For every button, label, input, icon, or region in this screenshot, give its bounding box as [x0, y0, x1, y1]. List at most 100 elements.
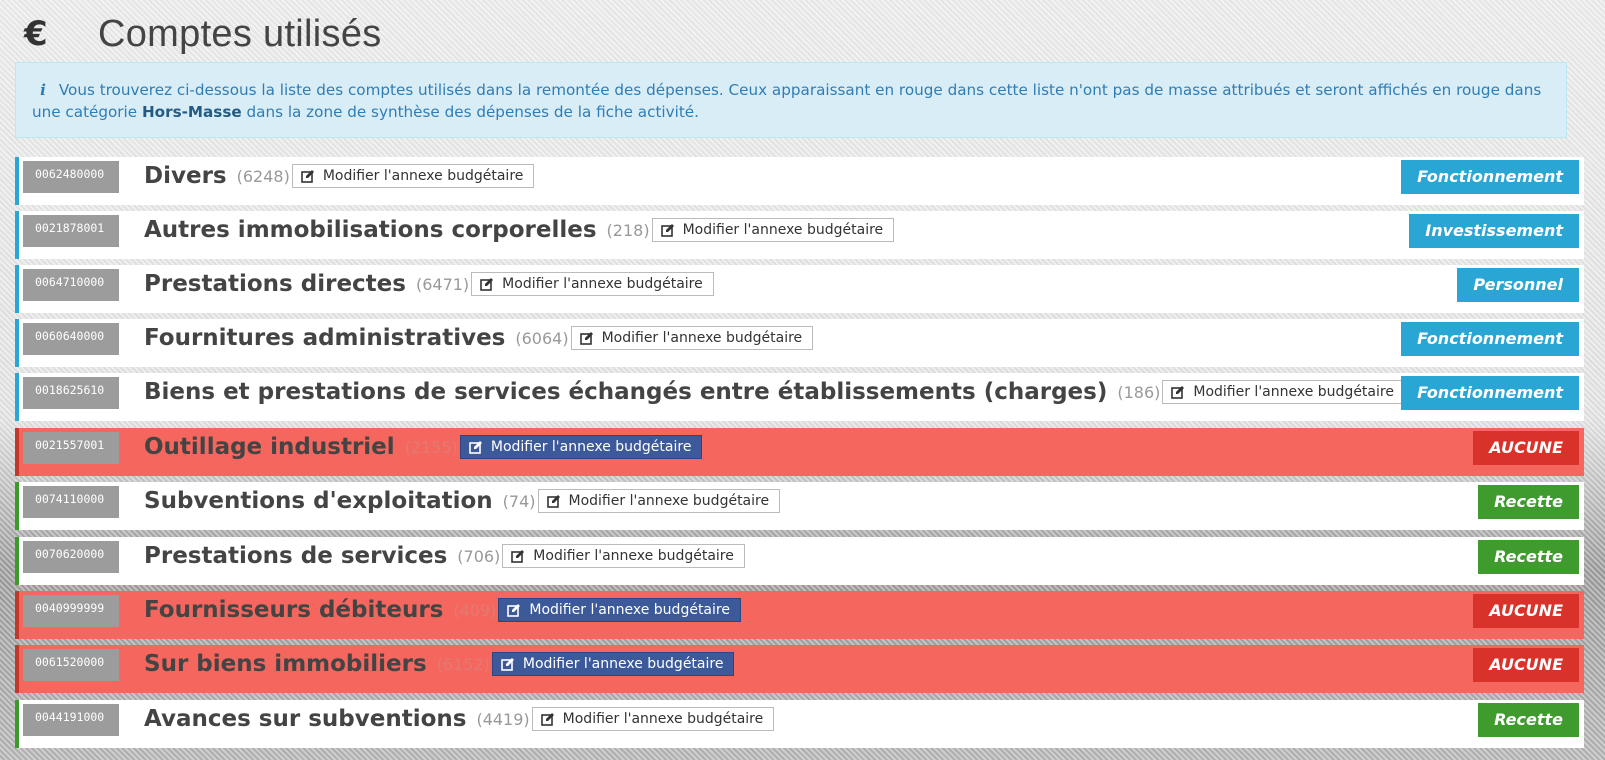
- account-row: 0040999999 Fournisseurs débiteurs (409) …: [15, 591, 1584, 639]
- account-row: 0021557001 Outillage industriel (2155) M…: [15, 428, 1584, 476]
- edit-icon: [660, 223, 675, 237]
- edit-budget-annex-button[interactable]: Modifier l'annexe budgétaire: [1162, 380, 1405, 404]
- budget-type-badge: Fonctionnement: [1401, 322, 1579, 356]
- budget-type-badge: Fonctionnement: [1401, 376, 1579, 410]
- account-code-badge: 0021878001: [23, 215, 119, 247]
- edit-button-label: Modifier l'annexe budgétaire: [490, 439, 692, 455]
- edit-icon: [301, 169, 315, 183]
- edit-button-label: Modifier l'annexe budgétaire: [322, 168, 524, 184]
- info-text-after: dans la zone de synthèse des dépenses de…: [241, 103, 699, 121]
- account-main: Prestations de services (706) Modifier l…: [144, 539, 745, 573]
- edit-icon: [507, 603, 521, 617]
- edit-button-label: Modifier l'annexe budgétaire: [522, 656, 724, 672]
- account-name: Autres immobilisations corporelles: [144, 217, 597, 243]
- account-code-badge: 0044191000: [23, 704, 119, 736]
- account-number: (6064): [515, 328, 569, 348]
- account-row: 0061520000 Sur biens immobiliers (6152) …: [15, 645, 1584, 693]
- edit-budget-annex-button[interactable]: Modifier l'annexe budgétaire: [498, 598, 741, 622]
- account-main: Divers (6248) Modifier l'annexe budgétai…: [144, 159, 535, 193]
- account-name: Sur biens immobiliers: [144, 651, 427, 677]
- account-main: Fournitures administratives (6064) Modif…: [144, 321, 814, 355]
- budget-type-badge: Recette: [1478, 703, 1579, 737]
- edit-icon: [501, 657, 515, 671]
- account-main: Prestations directes (6471) Modifier l'a…: [144, 267, 714, 301]
- edit-icon: [1171, 385, 1185, 399]
- account-name: Prestations directes: [144, 271, 406, 297]
- page-header: € Comptes utilisés: [24, 6, 382, 62]
- edit-budget-annex-button[interactable]: Modifier l'annexe budgétaire: [570, 326, 814, 350]
- account-main: Outillage industriel (2155) Modifier l'a…: [144, 430, 703, 464]
- account-name: Fournitures administratives: [144, 325, 506, 351]
- euro-icon: €: [24, 14, 48, 54]
- edit-icon: [511, 549, 525, 563]
- account-row: 0064710000 Prestations directes (6471) M…: [15, 265, 1584, 313]
- account-name: Prestations de services: [144, 543, 448, 569]
- account-row: 0070620000 Prestations de services (706)…: [15, 537, 1584, 585]
- edit-budget-annex-button[interactable]: Modifier l'annexe budgétaire: [291, 164, 535, 188]
- edit-budget-annex-button[interactable]: Modifier l'annexe budgétaire: [491, 652, 735, 676]
- account-code-badge: 0074110000: [23, 486, 119, 518]
- budget-type-badge: AUCUNE: [1473, 648, 1579, 682]
- edit-icon: [480, 277, 494, 291]
- account-number: (74): [502, 491, 536, 511]
- account-name: Subventions d'exploitation: [144, 488, 493, 514]
- account-name: Outillage industriel: [144, 434, 395, 460]
- account-main: Sur biens immobiliers (6152) Modifier l'…: [144, 647, 735, 681]
- edit-button-label: Modifier l'annexe budgétaire: [682, 222, 884, 238]
- account-name: Divers: [144, 163, 227, 189]
- budget-type-badge: Personnel: [1457, 268, 1579, 302]
- account-name: Biens et prestations de services échangé…: [144, 379, 1108, 405]
- account-row: 0074110000 Subventions d'exploitation (7…: [15, 482, 1584, 530]
- budget-type-badge: Investissement: [1409, 214, 1579, 248]
- account-name: Avances sur subventions: [144, 706, 467, 732]
- edit-icon: [540, 712, 555, 726]
- account-number: (6471): [415, 274, 470, 294]
- account-code-badge: 0070620000: [23, 541, 119, 573]
- account-code-badge: 0040999999: [23, 595, 119, 627]
- account-number: (218): [606, 220, 650, 240]
- edit-budget-annex-button[interactable]: Modifier l'annexe budgétaire: [471, 272, 714, 296]
- account-row: 0021878001 Autres immobilisations corpor…: [15, 211, 1584, 259]
- account-number: (6248): [236, 166, 290, 186]
- account-main: Fournisseurs débiteurs (409) Modifier l'…: [144, 593, 741, 627]
- info-alert: i Vous trouverez ci-dessous la liste des…: [15, 62, 1567, 138]
- edit-budget-annex-button[interactable]: Modifier l'annexe budgétaire: [502, 544, 745, 568]
- account-code-badge: 0061520000: [23, 649, 119, 681]
- account-code-badge: 0018625610: [23, 377, 119, 409]
- edit-button-label: Modifier l'annexe budgétaire: [502, 276, 703, 292]
- edit-budget-annex-button[interactable]: Modifier l'annexe budgétaire: [537, 489, 781, 513]
- account-name: Fournisseurs débiteurs: [144, 597, 444, 623]
- account-code-badge: 0060640000: [23, 323, 119, 355]
- edit-button-label: Modifier l'annexe budgétaire: [601, 330, 803, 346]
- edit-button-label: Modifier l'annexe budgétaire: [568, 493, 770, 509]
- edit-button-label: Modifier l'annexe budgétaire: [562, 711, 764, 727]
- edit-budget-annex-button[interactable]: Modifier l'annexe budgétaire: [459, 435, 703, 459]
- account-number: (409): [453, 600, 497, 620]
- edit-button-label: Modifier l'annexe budgétaire: [533, 548, 734, 564]
- budget-type-badge: Fonctionnement: [1401, 160, 1579, 194]
- edit-budget-annex-button[interactable]: Modifier l'annexe budgétaire: [651, 218, 895, 242]
- account-number: (706): [457, 546, 501, 566]
- account-number: (2155): [404, 437, 458, 457]
- edit-button-label: Modifier l'annexe budgétaire: [1193, 384, 1394, 400]
- account-row: 0018625610 Biens et prestations de servi…: [15, 373, 1584, 421]
- page-title: Comptes utilisés: [98, 12, 382, 55]
- account-number: (186): [1117, 382, 1161, 402]
- edit-icon: [469, 440, 483, 454]
- account-number: (4419): [476, 709, 530, 729]
- budget-type-badge: AUCUNE: [1473, 594, 1579, 628]
- account-code-badge: 0021557001: [23, 432, 119, 464]
- info-highlight: Hors-Masse: [141, 103, 242, 121]
- account-row: 0044191000 Avances sur subventions (4419…: [15, 700, 1584, 748]
- account-number: (6152): [436, 654, 490, 674]
- account-row: 0060640000 Fournitures administratives (…: [15, 319, 1584, 367]
- account-main: Biens et prestations de services échangé…: [144, 375, 1405, 409]
- account-code-badge: 0064710000: [23, 269, 119, 301]
- account-main: Subventions d'exploitation (74) Modifier…: [144, 484, 781, 518]
- edit-budget-annex-button[interactable]: Modifier l'annexe budgétaire: [531, 707, 775, 731]
- account-main: Autres immobilisations corporelles (218)…: [144, 213, 895, 247]
- edit-button-label: Modifier l'annexe budgétaire: [529, 602, 730, 618]
- budget-type-badge: Recette: [1478, 540, 1579, 574]
- account-row: 0062480000 Divers (6248) Modifier l'anne…: [15, 157, 1584, 205]
- account-code-badge: 0062480000: [23, 161, 119, 193]
